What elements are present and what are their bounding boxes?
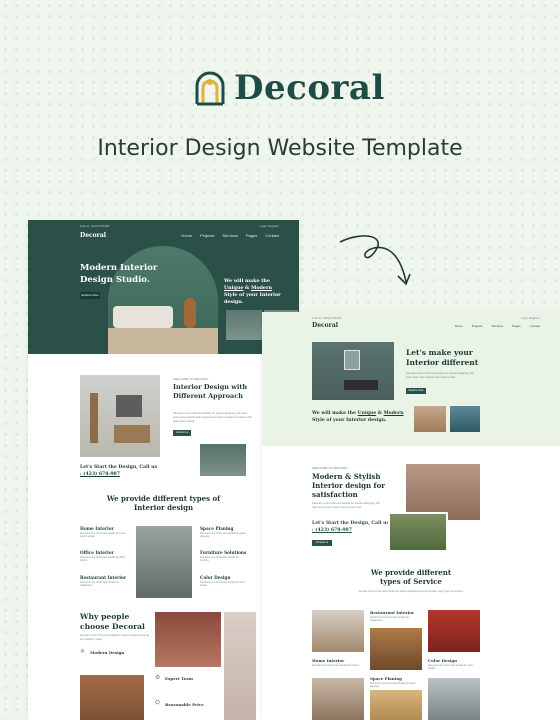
- feature-icon: ✕: [80, 649, 86, 655]
- art-wall-image: [80, 675, 144, 720]
- nav-home[interactable]: Home: [181, 233, 192, 238]
- nav-contact[interactable]: Contact: [530, 324, 540, 328]
- services-title: We provide different types of Service: [370, 568, 452, 586]
- about-kicker: WELCOME TO DECORAL: [173, 377, 209, 381]
- service-desc: Decoral is one of the best studios for r…: [80, 581, 119, 588]
- nav-services[interactable]: Services: [223, 233, 238, 238]
- feature-item: Expert Team: [165, 676, 194, 681]
- service-name[interactable]: Office Interior: [80, 550, 114, 555]
- bathroom-image: [80, 375, 160, 457]
- nav-bar: Decoral Home Projects Services Pages Con…: [80, 232, 279, 239]
- living-room-image: [200, 444, 246, 476]
- topbar-auth[interactable]: Login Register: [260, 224, 279, 228]
- nav-menu: Home Projects Services Pages Contact: [455, 324, 540, 328]
- service-name[interactable]: Restaurant Interior: [80, 575, 126, 580]
- about-text: Decoral is one of the best studios for i…: [173, 412, 252, 423]
- service-desc: Decoral is one of the best studios for r…: [370, 616, 409, 623]
- hero-title: Let's make your Interior different: [406, 348, 479, 367]
- service-desc: Decoral is one of the best studios for h…: [80, 532, 126, 539]
- service-name[interactable]: Home Interior: [80, 526, 114, 531]
- service-desc: Decoral is one of the best studios for s…: [200, 532, 246, 539]
- explore-button[interactable]: Explore Now: [80, 292, 100, 299]
- doorway-image: [224, 612, 256, 720]
- about-title: Modern & Stylish Interior design for sat…: [312, 472, 385, 499]
- hero-section: Call us: (423) 678-987 Login Register De…: [28, 220, 299, 354]
- hero-tagline: We will make the Unique & Modern Style o…: [312, 411, 404, 423]
- service-image: [312, 610, 364, 652]
- template-preview-1: Call us: (423) 678-987 Login Register De…: [28, 220, 299, 720]
- service-image: [370, 690, 422, 720]
- service-name[interactable]: Space Planing: [370, 676, 402, 681]
- service-image: [312, 678, 364, 720]
- call-cta: Let's Start the Design, Call us : (423) …: [312, 521, 390, 533]
- office-image: [136, 526, 192, 598]
- about-text: Decoral is one of the best studios for i…: [312, 502, 380, 509]
- hero-title: Modern Interior Design Studio.: [80, 263, 158, 285]
- restaurant-image: [155, 612, 221, 667]
- why-title: Why people choose Decoral: [80, 612, 145, 631]
- why-text: Decoral is one of the best studios for i…: [80, 634, 150, 641]
- service-desc: Decoral is one of the best studios for c…: [428, 664, 473, 671]
- service-desc: Decoral is one of the best studios for c…: [200, 581, 245, 588]
- nav-logo[interactable]: Decoral: [80, 232, 106, 239]
- nav-projects[interactable]: Projects: [200, 233, 214, 238]
- service-desc: Decoral is one of the best studios for f…: [200, 556, 239, 563]
- service-name[interactable]: Color Design: [200, 575, 230, 580]
- brand-logo: Decoral: [194, 68, 385, 108]
- service-desc: Decoral is one of the best studios for o…: [80, 556, 126, 563]
- nav-logo[interactable]: Decoral: [312, 322, 338, 329]
- nav-services[interactable]: Services: [492, 324, 504, 328]
- hero-thumbnail: [226, 310, 262, 340]
- nav-home[interactable]: Home: [455, 324, 463, 328]
- service-desc: Decoral is one of the best studios for s…: [370, 682, 416, 689]
- about-title: Interior Design with Different Approach: [173, 383, 248, 400]
- hero-text: Decoral is one of the best studios for i…: [406, 372, 474, 379]
- topbar-auth[interactable]: Login Register: [521, 316, 540, 320]
- service-name[interactable]: Space Planing: [200, 526, 233, 531]
- service-desc: Decoral is one of the best studios for h…: [312, 664, 360, 667]
- service-image: [428, 610, 480, 652]
- service-name[interactable]: Color Design: [428, 658, 457, 663]
- nav-pages[interactable]: Pages: [246, 233, 257, 238]
- service-name[interactable]: Home Interior: [312, 658, 344, 663]
- nav-projects[interactable]: Projects: [472, 324, 483, 328]
- nav-pages[interactable]: Pages: [512, 324, 521, 328]
- topbar-phone: Call us: (423) 678-987: [80, 224, 110, 228]
- hero-thumbnail: [450, 406, 480, 432]
- service-image: [428, 678, 480, 720]
- contact-button[interactable]: Contact us: [312, 540, 332, 546]
- service-name[interactable]: Furniture Solutions: [200, 550, 246, 555]
- topbar-phone: Call us: (423) 678-987: [312, 316, 342, 320]
- feature-item: Reasonable Price: [165, 702, 204, 707]
- service-image: [370, 628, 422, 670]
- plant-room-image: [388, 512, 448, 552]
- feature-icon: ⛭: [155, 700, 160, 706]
- contact-button[interactable]: Contact us: [173, 430, 191, 436]
- nav-menu: Home Projects Services Pages Contact: [181, 233, 279, 238]
- curved-arrow-icon: [339, 235, 411, 286]
- nav-contact[interactable]: Contact: [265, 233, 279, 238]
- template-preview-2: Call us: (423) 678-987 Login Register De…: [262, 312, 560, 720]
- about-kicker: WELCOME TO DECORAL: [312, 466, 348, 470]
- service-name[interactable]: Restaurant Interior: [370, 610, 414, 615]
- feature-item: Modern Design: [90, 650, 125, 655]
- nav-bar: Decoral Home Projects Services Pages Con…: [312, 322, 540, 329]
- explore-button[interactable]: Explore Now: [406, 388, 426, 394]
- hero-thumbnail: [414, 406, 446, 432]
- page-headline: Interior Design Website Template: [97, 136, 463, 161]
- services-title: We provide different types of Interior d…: [106, 494, 221, 512]
- arch-lamp-icon: [195, 71, 225, 106]
- feature-icon: ⚙: [155, 675, 161, 681]
- hero-room-image: [312, 342, 394, 400]
- services-text: Decoral is one of the best studios for i…: [358, 590, 464, 593]
- call-cta: Let's Start the Design, Call us : (423) …: [80, 465, 158, 477]
- brand-name: Decoral: [234, 68, 385, 108]
- hero-tagline: We will make the Unique & Modern Style o…: [224, 278, 281, 305]
